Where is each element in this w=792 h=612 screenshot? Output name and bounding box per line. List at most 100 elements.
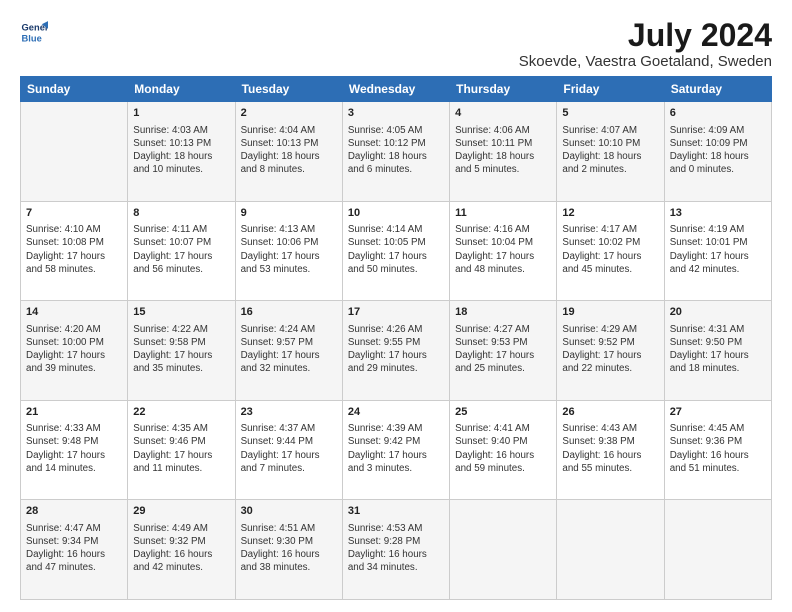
cell-line: Sunrise: 4:14 AM [348, 223, 444, 236]
cell-line: Sunset: 10:07 PM [133, 236, 229, 249]
logo: General Blue [20, 18, 48, 46]
calendar-cell: 24Sunrise: 4:39 AMSunset: 9:42 PMDayligh… [342, 400, 449, 500]
cell-line: Sunrise: 4:37 AM [241, 422, 337, 435]
day-number: 26 [562, 405, 658, 420]
cell-line: and 53 minutes. [241, 263, 337, 276]
calendar-cell: 17Sunrise: 4:26 AMSunset: 9:55 PMDayligh… [342, 301, 449, 401]
cell-line: and 48 minutes. [455, 263, 551, 276]
col-saturday: Saturday [664, 77, 771, 102]
day-number: 29 [133, 504, 229, 519]
cell-line: and 42 minutes. [133, 561, 229, 574]
cell-line: Sunrise: 4:51 AM [241, 522, 337, 535]
cell-line: Daylight: 16 hours [455, 449, 551, 462]
day-number: 11 [455, 206, 551, 221]
calendar-cell: 23Sunrise: 4:37 AMSunset: 9:44 PMDayligh… [235, 400, 342, 500]
cell-line: Sunrise: 4:07 AM [562, 124, 658, 137]
cell-line: Sunset: 10:01 PM [670, 236, 766, 249]
cell-line: Sunrise: 4:26 AM [348, 323, 444, 336]
cell-line: Sunset: 9:42 PM [348, 435, 444, 448]
cell-line: Sunset: 9:28 PM [348, 535, 444, 548]
calendar-week-3: 14Sunrise: 4:20 AMSunset: 10:00 PMDaylig… [21, 301, 772, 401]
calendar-cell: 22Sunrise: 4:35 AMSunset: 9:46 PMDayligh… [128, 400, 235, 500]
day-number: 6 [670, 106, 766, 121]
cell-line: Daylight: 18 hours [455, 150, 551, 163]
cell-line: Sunset: 9:48 PM [26, 435, 122, 448]
cell-line: Daylight: 17 hours [26, 349, 122, 362]
cell-line: Daylight: 18 hours [670, 150, 766, 163]
calendar-cell: 6Sunrise: 4:09 AMSunset: 10:09 PMDayligh… [664, 102, 771, 202]
cell-line: Daylight: 17 hours [670, 250, 766, 263]
cell-line: Daylight: 17 hours [133, 449, 229, 462]
cell-line: and 56 minutes. [133, 263, 229, 276]
cell-line: Sunrise: 4:45 AM [670, 422, 766, 435]
cell-line: Sunrise: 4:22 AM [133, 323, 229, 336]
cell-line: and 32 minutes. [241, 362, 337, 375]
calendar-week-4: 21Sunrise: 4:33 AMSunset: 9:48 PMDayligh… [21, 400, 772, 500]
cell-line: and 0 minutes. [670, 163, 766, 176]
cell-line: and 11 minutes. [133, 462, 229, 475]
cell-line: Sunset: 10:06 PM [241, 236, 337, 249]
calendar-cell: 31Sunrise: 4:53 AMSunset: 9:28 PMDayligh… [342, 500, 449, 600]
cell-line: Sunset: 9:53 PM [455, 336, 551, 349]
cell-line: Daylight: 17 hours [455, 250, 551, 263]
day-number: 5 [562, 106, 658, 121]
cell-line: Sunrise: 4:29 AM [562, 323, 658, 336]
calendar-week-5: 28Sunrise: 4:47 AMSunset: 9:34 PMDayligh… [21, 500, 772, 600]
cell-line: Sunset: 9:58 PM [133, 336, 229, 349]
cell-line: Sunset: 10:00 PM [26, 336, 122, 349]
cell-line: Sunrise: 4:04 AM [241, 124, 337, 137]
cell-line: and 7 minutes. [241, 462, 337, 475]
cell-line: and 6 minutes. [348, 163, 444, 176]
cell-line: Daylight: 16 hours [562, 449, 658, 462]
col-monday: Monday [128, 77, 235, 102]
cell-line: and 22 minutes. [562, 362, 658, 375]
cell-line: Daylight: 16 hours [348, 548, 444, 561]
cell-line: and 35 minutes. [133, 362, 229, 375]
cell-line: Sunset: 9:50 PM [670, 336, 766, 349]
calendar-cell: 8Sunrise: 4:11 AMSunset: 10:07 PMDayligh… [128, 201, 235, 301]
calendar-cell: 3Sunrise: 4:05 AMSunset: 10:12 PMDayligh… [342, 102, 449, 202]
cell-line: Daylight: 17 hours [241, 449, 337, 462]
cell-line: and 47 minutes. [26, 561, 122, 574]
cell-line: and 10 minutes. [133, 163, 229, 176]
cell-line: and 45 minutes. [562, 263, 658, 276]
calendar-cell: 28Sunrise: 4:47 AMSunset: 9:34 PMDayligh… [21, 500, 128, 600]
col-sunday: Sunday [21, 77, 128, 102]
cell-line: Sunrise: 4:47 AM [26, 522, 122, 535]
day-number: 15 [133, 305, 229, 320]
page: General Blue July 2024 Skoevde, Vaestra … [0, 0, 792, 612]
day-number: 8 [133, 206, 229, 221]
cell-line: Daylight: 17 hours [455, 349, 551, 362]
calendar-cell: 19Sunrise: 4:29 AMSunset: 9:52 PMDayligh… [557, 301, 664, 401]
cell-line: Sunset: 9:52 PM [562, 336, 658, 349]
calendar-cell: 11Sunrise: 4:16 AMSunset: 10:04 PMDaylig… [450, 201, 557, 301]
cell-line: Daylight: 17 hours [562, 250, 658, 263]
cell-line: Sunrise: 4:11 AM [133, 223, 229, 236]
day-number: 23 [241, 405, 337, 420]
cell-line: Sunrise: 4:49 AM [133, 522, 229, 535]
col-friday: Friday [557, 77, 664, 102]
calendar-cell: 27Sunrise: 4:45 AMSunset: 9:36 PMDayligh… [664, 400, 771, 500]
cell-line: and 39 minutes. [26, 362, 122, 375]
cell-line: and 29 minutes. [348, 362, 444, 375]
day-number: 28 [26, 504, 122, 519]
cell-line: Sunrise: 4:17 AM [562, 223, 658, 236]
calendar-cell: 12Sunrise: 4:17 AMSunset: 10:02 PMDaylig… [557, 201, 664, 301]
cell-line: Sunrise: 4:09 AM [670, 124, 766, 137]
cell-line: Daylight: 17 hours [562, 349, 658, 362]
cell-line: and 38 minutes. [241, 561, 337, 574]
calendar-cell [450, 500, 557, 600]
header: General Blue July 2024 Skoevde, Vaestra … [20, 18, 772, 70]
day-number: 22 [133, 405, 229, 420]
calendar-cell [664, 500, 771, 600]
calendar-cell: 16Sunrise: 4:24 AMSunset: 9:57 PMDayligh… [235, 301, 342, 401]
col-thursday: Thursday [450, 77, 557, 102]
day-number: 17 [348, 305, 444, 320]
day-number: 20 [670, 305, 766, 320]
cell-line: Daylight: 17 hours [26, 449, 122, 462]
day-number: 27 [670, 405, 766, 420]
day-number: 14 [26, 305, 122, 320]
cell-line: Daylight: 16 hours [26, 548, 122, 561]
cell-line: and 25 minutes. [455, 362, 551, 375]
cell-line: Sunset: 9:55 PM [348, 336, 444, 349]
